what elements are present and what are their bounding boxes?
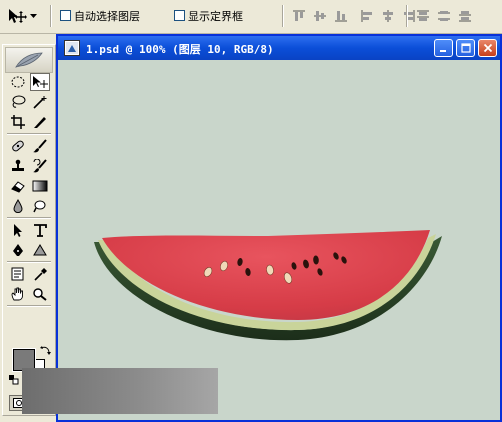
toolbox-divider [7,305,51,307]
stamp-icon [12,159,24,171]
move-tool-icon [9,9,27,23]
eyedropper-icon [34,268,47,281]
zoom-tool[interactable] [30,285,50,303]
distribute-vcenter-button[interactable] [435,7,452,24]
pen-nib-icon [13,244,23,256]
distribute-buttons-group [414,7,473,24]
blur-tool[interactable] [8,197,28,215]
healing-brush-tool[interactable] [8,137,28,155]
distribute-top-button[interactable] [414,7,431,24]
lasso-tool[interactable] [8,93,28,111]
maximize-icon [460,43,471,53]
band-aid-icon [12,140,24,152]
move-icon [33,76,48,88]
options-bar: 自动选择图层 显示定界框 [0,0,502,34]
align-horizontal-centers-icon [382,9,393,22]
toolbar-divider [50,5,52,27]
show-bounding-box-checkbox[interactable] [174,10,185,21]
eraser-tool[interactable] [8,177,28,195]
close-button[interactable] [478,39,497,57]
align-left-edges-icon [361,9,372,22]
move-tool[interactable] [30,73,50,91]
path-selection-arrow-icon [14,224,22,237]
swap-arrow-icon [40,346,51,355]
eyedropper-tool[interactable] [30,265,50,283]
brush-icon [33,139,47,153]
toolbox-divider [7,261,51,263]
align-bottom-edges-icon [334,10,347,21]
auto-select-layer-label: 自动选择图层 [74,10,140,23]
toolbox-divider [7,133,51,135]
toolbar-divider [282,5,284,27]
redacted-area [22,368,218,414]
toolbar-divider [406,5,408,27]
marquee-tool[interactable] [8,73,28,91]
document-title: 1.psd @ 100% (图层 10, RGB/8) [86,43,274,56]
hand-tool[interactable] [8,285,28,303]
align-top-edges-button[interactable] [290,7,307,24]
dodge-icon [33,200,46,213]
crop-tool[interactable] [8,113,28,131]
magic-wand-tool[interactable] [30,93,50,111]
align-horizontal-centers-button[interactable] [379,7,396,24]
align-bottom-edges-button[interactable] [332,7,349,24]
minimize-button[interactable] [434,39,453,57]
notes-tool[interactable] [8,265,28,283]
magic-wand-icon [33,96,47,109]
type-t-icon [34,224,47,237]
note-icon [11,267,24,281]
type-tool[interactable] [30,221,50,239]
close-icon [483,43,492,53]
lasso-icon [12,95,26,108]
tool-preset-picker[interactable] [6,6,46,26]
toolbox-divider [7,217,51,219]
history-brush-icon [33,159,47,173]
crop-icon [11,115,25,129]
elliptical-marquee-icon [11,76,25,88]
hand-icon [11,287,23,301]
path-selection-tool[interactable] [8,221,28,239]
document-canvas[interactable] [58,60,500,420]
photoshop-document-icon [64,40,80,56]
document-window: 1.psd @ 100% (图层 10, RGB/8) [56,34,502,422]
magnifier-icon [33,288,47,301]
align-left-edges-button[interactable] [358,7,375,24]
brush-tool[interactable] [30,137,50,155]
watermelon-slice-image [94,230,442,341]
custom-shape-icon [33,244,47,256]
distribute-vcenter-icon [437,10,450,21]
dodge-tool[interactable] [30,197,50,215]
water-drop-icon [13,199,23,213]
distribute-bottom-icon [458,10,471,21]
toolbox [2,44,56,416]
gradient-tool[interactable] [30,177,50,195]
pen-tool[interactable] [8,241,28,259]
auto-select-layer-checkbox[interactable] [60,10,71,21]
gradient-icon [32,180,48,192]
swap-colors-button[interactable] [39,345,51,360]
default-colors-button[interactable] [9,375,19,388]
feather-logo-icon [15,52,43,68]
slice-knife-icon [34,117,46,128]
minimize-icon [439,50,446,52]
chevron-down-icon [30,13,37,18]
distribute-bottom-button[interactable] [456,7,473,24]
document-title-bar[interactable]: 1.psd @ 100% (图层 10, RGB/8) [58,36,500,60]
align-vertical-centers-button[interactable] [311,7,328,24]
show-bounding-box-label: 显示定界框 [188,10,243,23]
distribute-top-icon [416,10,429,21]
align-vertical-centers-icon [313,10,326,21]
history-brush-tool[interactable] [30,157,50,175]
align-horizontal-group [358,7,417,24]
shape-tool[interactable] [30,241,50,259]
maximize-button[interactable] [456,39,475,57]
toolbox-header[interactable] [5,47,53,73]
slice-tool[interactable] [30,113,50,131]
default-colors-icon [9,375,19,385]
eraser-icon [11,181,25,193]
align-buttons-group [290,7,349,24]
align-top-edges-icon [292,10,305,21]
clone-stamp-tool[interactable] [8,157,28,175]
